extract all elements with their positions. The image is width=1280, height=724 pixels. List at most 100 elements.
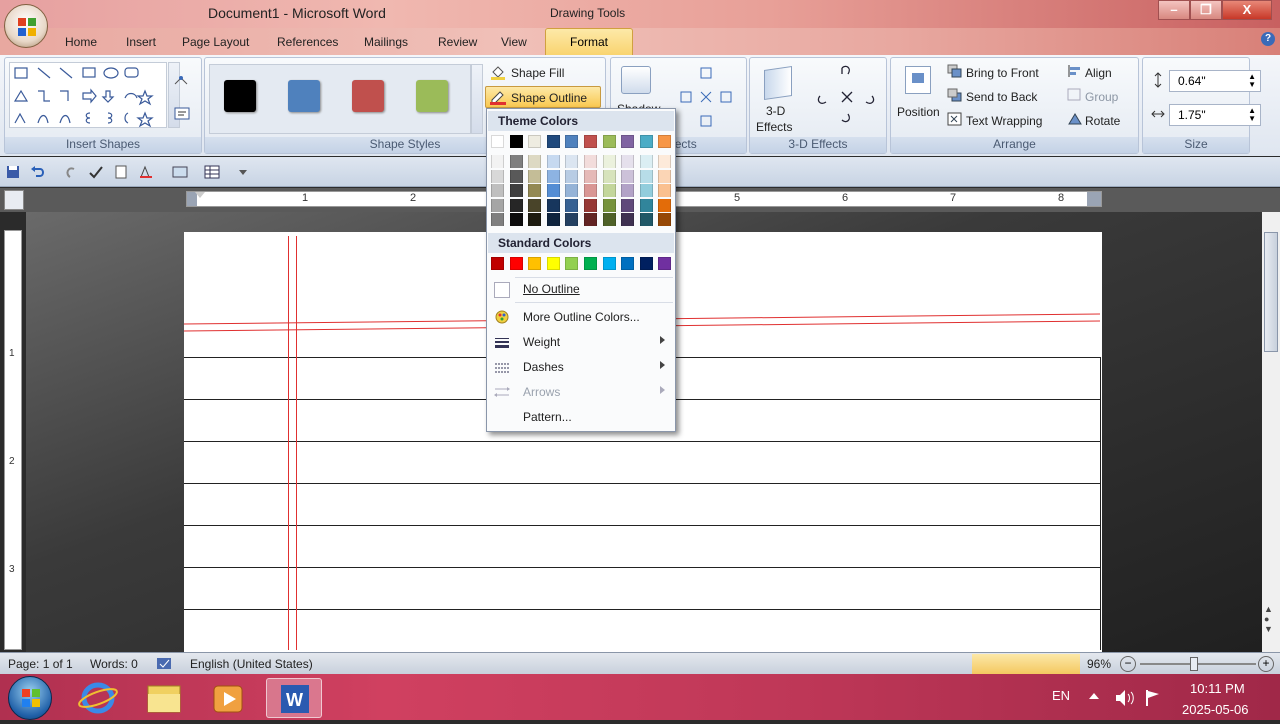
theme-shade-swatch[interactable] [602, 213, 616, 226]
office-button[interactable] [4, 4, 48, 48]
action-center-flag-icon[interactable] [1144, 688, 1162, 708]
theme-color-swatch[interactable] [528, 135, 542, 148]
pattern-item[interactable]: Pattern... [487, 405, 675, 429]
group-button[interactable]: Group [1085, 90, 1118, 104]
theme-shade-swatch[interactable] [658, 155, 672, 168]
height-field[interactable]: 0.64" ▲ ▼ [1169, 70, 1261, 92]
theme-shade-swatch[interactable] [639, 184, 653, 197]
theme-shade-swatch[interactable] [584, 155, 597, 168]
theme-shade-swatch[interactable] [658, 169, 672, 183]
edit-shape-icon[interactable] [173, 72, 193, 88]
theme-shade-swatch[interactable] [565, 169, 579, 183]
shape-fill-button[interactable]: Shape Fill [511, 66, 564, 80]
standard-color-swatch[interactable] [658, 257, 672, 270]
clock-date[interactable]: 2025-05-06 [1182, 702, 1249, 717]
red-margin-line[interactable] [288, 236, 289, 650]
dashes-item[interactable]: Dashes [487, 355, 675, 379]
tab-home[interactable]: Home [65, 35, 97, 49]
theme-shade-swatch[interactable] [639, 155, 653, 168]
tray-expand-icon[interactable] [1088, 691, 1100, 701]
3d-effects-icon[interactable] [764, 66, 792, 100]
tab-mailings[interactable]: Mailings [364, 35, 408, 49]
theme-shade-swatch[interactable] [546, 155, 560, 168]
align-button[interactable]: Align [1085, 66, 1112, 80]
tab-references[interactable]: References [277, 35, 338, 49]
theme-shade-swatch[interactable] [584, 213, 597, 226]
standard-color-swatch[interactable] [491, 257, 504, 270]
standard-color-swatch[interactable] [509, 257, 523, 270]
theme-shade-swatch[interactable] [528, 155, 542, 168]
theme-shade-swatch[interactable] [528, 184, 542, 197]
restore-button[interactable]: ❐ [1190, 0, 1222, 20]
tab-view[interactable]: View [501, 35, 527, 49]
style-swatch-red[interactable] [352, 80, 384, 112]
theme-shade-swatch[interactable] [491, 213, 504, 226]
theme-color-swatch[interactable] [584, 135, 597, 148]
theme-shade-swatch[interactable] [509, 184, 523, 197]
theme-color-swatch[interactable] [621, 135, 635, 148]
styles-scroll[interactable] [471, 64, 483, 134]
proofing-icon[interactable] [155, 656, 175, 672]
theme-shade-swatch[interactable] [565, 213, 579, 226]
theme-shade-swatch[interactable] [546, 213, 560, 226]
theme-shade-swatch[interactable] [639, 213, 653, 226]
vertical-scrollbar[interactable]: ▲ ● ▼ [1262, 212, 1280, 652]
theme-color-swatch[interactable] [565, 135, 579, 148]
format-icon[interactable] [138, 165, 154, 179]
theme-shade-swatch[interactable] [584, 169, 597, 183]
zoom-slider[interactable] [1140, 663, 1256, 665]
theme-color-swatch[interactable] [658, 135, 672, 148]
theme-shade-swatch[interactable] [602, 184, 616, 197]
theme-shade-swatch[interactable] [491, 184, 504, 197]
style-swatch-green[interactable] [416, 80, 448, 112]
new-document-icon[interactable] [114, 165, 128, 179]
theme-shade-swatch[interactable] [602, 169, 616, 183]
shadow-nudge-icons[interactable] [671, 64, 741, 134]
tab-review[interactable]: Review [438, 35, 477, 49]
theme-shade-swatch[interactable] [621, 184, 635, 197]
standard-color-swatch[interactable] [602, 257, 616, 270]
theme-shade-swatch[interactable] [528, 169, 542, 183]
theme-shade-swatch[interactable] [546, 198, 560, 212]
media-player-icon[interactable] [200, 678, 256, 718]
theme-shade-swatch[interactable] [546, 184, 560, 197]
rotate-button[interactable]: Rotate [1085, 114, 1120, 128]
theme-shade-swatch[interactable] [621, 198, 635, 212]
bring-to-front-button[interactable]: Bring to Front [966, 66, 1039, 80]
theme-shade-swatch[interactable] [491, 169, 504, 183]
theme-shade-swatch[interactable] [509, 155, 523, 168]
standard-color-swatch[interactable] [584, 257, 597, 270]
no-outline-item[interactable]: No Outline [487, 277, 675, 301]
scroll-thumb[interactable] [1264, 232, 1278, 352]
theme-shade-swatch[interactable] [528, 213, 542, 226]
theme-shade-swatch[interactable] [528, 198, 542, 212]
language-tray[interactable]: EN [1052, 688, 1070, 703]
undo-icon[interactable] [30, 165, 52, 179]
theme-shade-swatch[interactable] [509, 169, 523, 183]
style-swatch-blue[interactable] [288, 80, 320, 112]
view-buttons[interactable] [972, 654, 1080, 674]
page-count[interactable]: Page: 1 of 1 [8, 657, 73, 671]
tilt-icons[interactable] [814, 62, 884, 134]
theme-shade-swatch[interactable] [621, 155, 635, 168]
shadow-icon[interactable] [621, 66, 651, 94]
text-wrapping-button[interactable]: Text Wrapping [966, 114, 1042, 128]
standard-color-swatch[interactable] [621, 257, 635, 270]
tab-page-layout[interactable]: Page Layout [182, 35, 249, 49]
weight-item[interactable]: Weight [487, 330, 675, 354]
tab-selector-icon[interactable] [4, 190, 24, 210]
theme-color-swatch[interactable] [546, 135, 560, 148]
volume-icon[interactable] [1114, 688, 1136, 708]
theme-shade-swatch[interactable] [565, 198, 579, 212]
height-spinner-icon[interactable]: ▲ ▼ [1248, 73, 1256, 89]
zoom-level[interactable]: 96% [1087, 657, 1111, 671]
theme-shade-swatch[interactable] [621, 169, 635, 183]
help-icon[interactable]: ? [1261, 32, 1275, 46]
word-count[interactable]: Words: 0 [90, 657, 138, 671]
position-label[interactable]: Position [897, 105, 940, 119]
tab-format[interactable]: Format [545, 28, 633, 55]
theme-shade-swatch[interactable] [658, 198, 672, 212]
send-to-back-button[interactable]: Send to Back [966, 90, 1037, 104]
close-button[interactable]: X [1222, 0, 1272, 20]
browse-object-icon[interactable]: ▲ ● ▼ [1264, 604, 1273, 634]
